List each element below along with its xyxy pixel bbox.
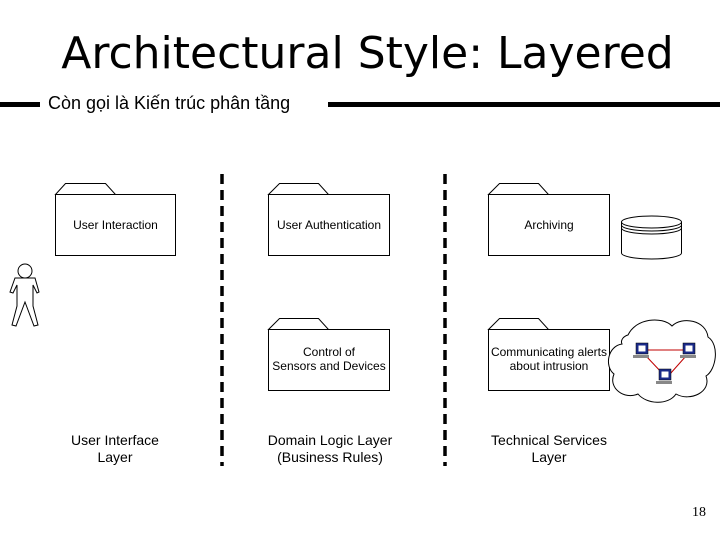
package-label-control-sensors: Control of Sensors and Devices	[268, 345, 390, 373]
package-label-communicating-alerts-line1: Communicating alerts	[490, 345, 608, 359]
layer-label-domain-logic-line2: (Business Rules)	[277, 449, 383, 465]
layer-label-technical-services-line1: Technical Services	[491, 432, 607, 448]
slide: Architectural Style: Layered Còn gọi là …	[0, 0, 720, 540]
package-label-control-sensors-line2: Sensors and Devices	[272, 359, 386, 373]
layer-label-user-interface: User Interface Layer	[45, 432, 185, 466]
package-label-user-interaction: User Interaction	[73, 218, 158, 232]
layer-label-technical-services-line2: Layer	[531, 449, 567, 465]
package-label-archiving: Archiving	[524, 218, 574, 232]
layer-label-user-interface-line1: User Interface	[71, 432, 159, 448]
package-label-communicating-alerts: Communicating alerts about intrusion	[488, 345, 610, 373]
database-icon	[621, 215, 682, 260]
package-label-user-authentication: User Authentication	[276, 218, 382, 232]
network-cloud-icon	[607, 319, 716, 403]
layer-label-technical-services: Technical Services Layer	[474, 432, 624, 466]
package-label-communicating-alerts-line2: about intrusion	[509, 359, 589, 373]
package-label-control-sensors-line1: Control of	[302, 345, 356, 359]
actor-icon	[9, 263, 40, 327]
page-number: 18	[692, 505, 706, 520]
layer-label-user-interface-line2: Layer	[97, 449, 133, 465]
layer-label-domain-logic: Domain Logic Layer (Business Rules)	[255, 432, 405, 466]
layer-label-domain-logic-line1: Domain Logic Layer	[267, 432, 393, 448]
